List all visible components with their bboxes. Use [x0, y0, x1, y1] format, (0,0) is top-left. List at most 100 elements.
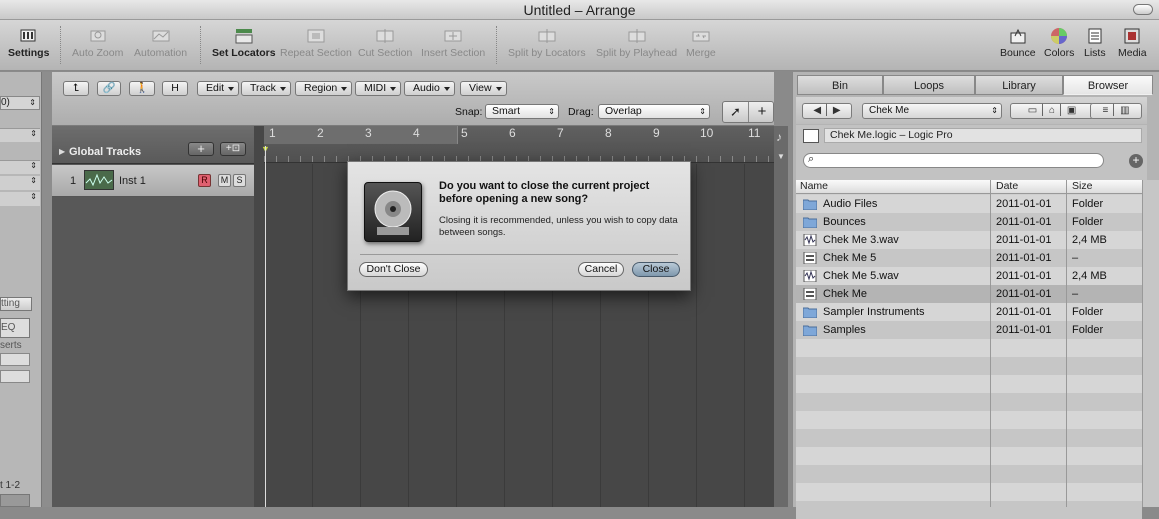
path-value: Chek Me.logic – Logic Pro — [830, 129, 953, 141]
menu-view[interactable]: View — [460, 81, 507, 96]
dont-close-button[interactable]: Don't Close — [359, 262, 428, 277]
tab-loops[interactable]: Loops — [883, 75, 975, 95]
list-item[interactable]: Samples 2011-01-01 Folder — [796, 321, 1142, 339]
inspector-panel: 0) ⇕ ⇕ ⇕ ⇕ ⇕ tting EQ serts t 1-2 — [0, 72, 42, 507]
drag-select[interactable]: Overlap ⇕ — [598, 104, 710, 119]
list-item[interactable]: Chek Me 5 2011-01-01 – — [796, 249, 1142, 267]
split-by-playhead-button[interactable]: Split by Playhead — [596, 24, 677, 59]
column-header-date[interactable]: Date — [996, 180, 1018, 193]
lists-button[interactable]: Lists — [1084, 24, 1106, 59]
toolbar-toggle-button[interactable] — [1133, 4, 1153, 15]
track-row[interactable]: 1 Inst 1 R M S — [52, 165, 254, 197]
repeat-section-button[interactable]: Repeat Section — [280, 24, 352, 59]
insert-section-button[interactable]: Insert Section — [421, 24, 485, 59]
hide-button[interactable]: H — [162, 81, 188, 96]
list-item[interactable]: Chek Me 3.wav 2011-01-01 2,4 MB — [796, 231, 1142, 249]
tab-library[interactable]: Library — [975, 75, 1063, 95]
settings-button[interactable]: Settings — [8, 24, 49, 59]
menu-region[interactable]: Region — [295, 81, 353, 96]
list-item[interactable]: Bounces 2011-01-01 Folder — [796, 213, 1142, 231]
menu-track[interactable]: Track — [241, 81, 291, 96]
duplicate-track-button[interactable]: +⊡ — [220, 142, 246, 156]
menu-audio[interactable]: Audio — [404, 81, 455, 96]
solo-button[interactable]: S — [233, 174, 246, 187]
list-item[interactable]: Audio Files 2011-01-01 Folder — [796, 195, 1142, 213]
inspector-field[interactable]: 0) ⇕ — [0, 96, 40, 110]
list-view-icon[interactable]: ≡ — [1102, 105, 1108, 116]
snap-select[interactable]: Smart ⇕ — [485, 104, 559, 119]
cut-section-button[interactable]: Cut Section — [358, 24, 412, 59]
inspector-row[interactable]: ⇕ — [0, 160, 40, 174]
inspector-field-value: 0) — [1, 97, 10, 108]
project-icon[interactable]: ▣ — [1067, 105, 1076, 116]
list-item[interactable]: Chek Me 2011-01-01 – — [796, 285, 1142, 303]
inspector-row[interactable]: ⇕ — [0, 192, 40, 206]
column-header-size[interactable]: Size — [1072, 180, 1092, 193]
merge-button[interactable]: Merge — [686, 24, 716, 59]
chevron-down-icon[interactable]: ▼ — [777, 152, 785, 161]
view-toggle[interactable]: ≡ │ ▥ — [1090, 103, 1142, 119]
add-icon[interactable]: + — [1129, 154, 1143, 168]
empty-row — [796, 465, 1142, 483]
shortcut-buttons[interactable]: ▭ │ ⌂ │ ▣ — [1010, 103, 1094, 119]
disclosure-triangle-icon[interactable]: ▶ — [59, 147, 65, 156]
back-forward-buttons[interactable]: ◀ │ ▶ — [802, 103, 852, 119]
search-field[interactable]: ⌕ — [803, 153, 1104, 168]
menu-midi[interactable]: MIDI — [355, 81, 402, 96]
colors-button[interactable]: Colors — [1044, 24, 1074, 59]
column-header-name[interactable]: Name — [800, 180, 828, 193]
file-date: 2011-01-01 — [996, 252, 1052, 264]
computer-icon[interactable]: ▭ — [1028, 105, 1037, 116]
close-button[interactable]: Close — [632, 262, 680, 277]
forward-icon[interactable]: ▶ — [833, 105, 841, 116]
bounce-icon — [1008, 27, 1028, 45]
instrument-icon — [84, 170, 114, 190]
dialog-title: Do you want to close the current project… — [439, 180, 650, 205]
column-view-icon[interactable]: ▥ — [1120, 105, 1129, 116]
auto-zoom-button[interactable]: Auto Zoom — [72, 24, 123, 59]
location-select[interactable]: Chek Me ⇕ — [862, 103, 1002, 119]
inspector-row[interactable]: ⇕ — [0, 176, 40, 190]
insert-slot[interactable] — [0, 353, 30, 366]
bounce-button[interactable]: Bounce — [1000, 24, 1036, 59]
mute-button[interactable]: M — [218, 174, 231, 187]
output-slot[interactable] — [0, 494, 30, 507]
setting-button[interactable]: tting — [0, 297, 32, 311]
file-size: Folder — [1072, 198, 1104, 210]
tab-bin[interactable]: Bin — [797, 75, 883, 95]
column-divider — [990, 180, 991, 507]
crosshair-tool-icon[interactable]: + — [749, 102, 775, 122]
split-by-locators-button[interactable]: Split by Locators — [508, 24, 586, 59]
pointer-tool-icon[interactable]: ➚ — [723, 102, 749, 122]
automation-button[interactable]: Automation — [134, 24, 187, 59]
set-locators-button[interactable]: Set Locators — [212, 24, 276, 59]
catch-button[interactable]: 🚶 — [129, 81, 155, 96]
new-track-button[interactable]: + — [188, 142, 214, 156]
splitter[interactable] — [42, 72, 52, 507]
link-button[interactable]: 🔗 — [97, 81, 121, 96]
vertical-scrollbar[interactable]: ♪ ▼ — [774, 126, 788, 507]
stepper-icon: ⇕ — [991, 106, 998, 115]
track-name[interactable]: Inst 1 — [119, 175, 146, 187]
repeat-section-label: Repeat Section — [280, 47, 352, 59]
bar-ruler[interactable]: 1 2 3 4 5 6 7 8 9 10 11 ▼ — [261, 126, 774, 163]
tab-browser[interactable]: Browser — [1063, 75, 1153, 95]
insert-slot[interactable] — [0, 370, 30, 383]
record-enable-button[interactable]: R — [198, 174, 211, 187]
back-button[interactable]: ⮤ — [63, 81, 89, 96]
cycle-region[interactable] — [264, 126, 458, 144]
list-item[interactable]: Sampler Instruments 2011-01-01 Folder — [796, 303, 1142, 321]
media-button[interactable]: Media — [1118, 24, 1147, 59]
inspector-row[interactable]: ⇕ — [0, 128, 40, 142]
list-item[interactable]: Chek Me 5.wav 2011-01-01 2,4 MB — [796, 267, 1142, 285]
eq-display[interactable]: EQ — [0, 318, 30, 338]
title-bar: Untitled – Arrange — [0, 0, 1159, 20]
back-icon[interactable]: ◀ — [813, 105, 821, 116]
file-list-scrollbar[interactable] — [1142, 180, 1159, 507]
home-icon[interactable]: ⌂ — [1049, 105, 1055, 116]
menu-edit[interactable]: Edit — [197, 81, 240, 96]
folder-icon — [802, 216, 818, 229]
empty-row — [796, 447, 1142, 465]
global-tracks-label[interactable]: Global Tracks — [69, 146, 141, 158]
cancel-button[interactable]: Cancel — [578, 262, 624, 277]
